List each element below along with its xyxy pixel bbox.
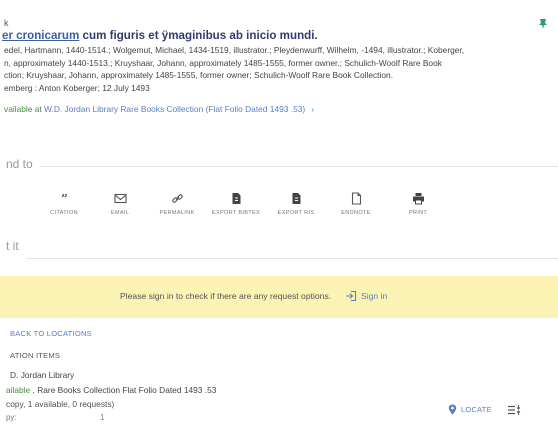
- endnote-button[interactable]: ENDNOTE: [326, 192, 386, 216]
- citation-button[interactable]: ” CITATION: [34, 192, 94, 216]
- export-ris-button[interactable]: EXPORT RIS: [266, 192, 326, 216]
- filter-sort-icon[interactable]: [507, 404, 521, 416]
- record-page: k er cronicarum cum figuris et ÿmaginibu…: [0, 0, 558, 430]
- record-title-rest: cum figuris et ÿmaginibus ab inicio mund…: [79, 29, 318, 42]
- authors-line: n, approximately 1440-1513.; Kruyshaar, …: [4, 57, 442, 68]
- permalink-button[interactable]: PERMALINK: [147, 192, 207, 216]
- pin-icon[interactable]: [538, 18, 548, 30]
- export-bibtex-button[interactable]: EXPORT BIBTEX: [206, 192, 266, 216]
- section-divider: [26, 258, 558, 259]
- authors-line: edel, Hartmann, 1440-1514.; Wolgemut, Mi…: [4, 45, 465, 55]
- map-marker-icon: [448, 404, 457, 415]
- print-button[interactable]: PRINT: [388, 192, 448, 216]
- copy-value: 1: [100, 413, 105, 422]
- record-title: er cronicarum cum figuris et ÿmaginibus …: [2, 29, 318, 42]
- location-items-heading: ATION ITEMS: [10, 351, 61, 360]
- signin-banner: Please sign in to check if there are any…: [0, 276, 558, 318]
- citation-label: CITATION: [50, 210, 78, 216]
- permalink-label: PERMALINK: [159, 210, 195, 216]
- endnote-label: ENDNOTE: [341, 210, 371, 216]
- availability-location-link[interactable]: W.D. Jordan Library Rare Books Collectio…: [44, 104, 305, 114]
- signin-button-label: Sign in: [361, 291, 388, 301]
- chevron-right-icon[interactable]: ›: [311, 104, 314, 114]
- publication-line: emberg : Anton Koberger; 12 July 1493: [4, 82, 150, 93]
- copy-label: py:: [6, 413, 17, 422]
- authors-line: ction; Kruyshaar, Johann, approximately …: [4, 70, 394, 81]
- quote-icon: ”: [61, 192, 68, 205]
- send-to-actions: ” CITATION EMAIL PERMALINK EXPORT BIBTEX…: [36, 192, 496, 222]
- sign-in-icon: [346, 290, 357, 302]
- availability-prefix: vailable at: [4, 104, 45, 114]
- printer-icon: [412, 193, 424, 205]
- signin-message: Please sign in to check if there are any…: [120, 291, 332, 301]
- locate-label: LOCATE: [461, 405, 492, 414]
- signin-button[interactable]: Sign in: [345, 288, 387, 304]
- locate-button[interactable]: LOCATE: [448, 404, 492, 415]
- file-export-icon: [232, 193, 240, 204]
- get-it-heading: t it: [6, 239, 19, 253]
- document-icon: [351, 192, 361, 205]
- copies-summary: copy, 1 available, 0 requests): [6, 399, 115, 409]
- export-bibtex-label: EXPORT BIBTEX: [211, 210, 261, 216]
- status-available: ailable: [6, 385, 31, 395]
- send-to-heading: nd to: [6, 157, 33, 171]
- availability-status[interactable]: vailable at W.D. Jordan Library Rare Boo…: [4, 104, 314, 114]
- email-label: EMAIL: [110, 210, 130, 216]
- back-to-locations-link[interactable]: BACK TO LOCATIONS: [10, 329, 92, 338]
- record-title-link[interactable]: er cronicarum: [2, 29, 79, 42]
- header-partial-label: k: [4, 18, 9, 28]
- link-icon: [171, 194, 183, 203]
- export-ris-label: EXPORT RIS: [277, 210, 315, 216]
- envelope-icon: [113, 193, 127, 204]
- library-name: D. Jordan Library: [10, 370, 75, 380]
- item-availability: ailable , Rare Books Collection Flat Fol…: [6, 385, 216, 395]
- print-label: PRINT: [408, 210, 428, 216]
- item-location: , Rare Books Collection Flat Folio Dated…: [30, 385, 217, 395]
- svg-text:”: ”: [61, 192, 68, 205]
- email-button[interactable]: EMAIL: [90, 192, 150, 216]
- record-authors: edel, Hartmann, 1440-1514.; Wolgemut, Mi…: [4, 44, 558, 94]
- section-divider: [40, 166, 558, 167]
- file-export-icon: [292, 193, 300, 204]
